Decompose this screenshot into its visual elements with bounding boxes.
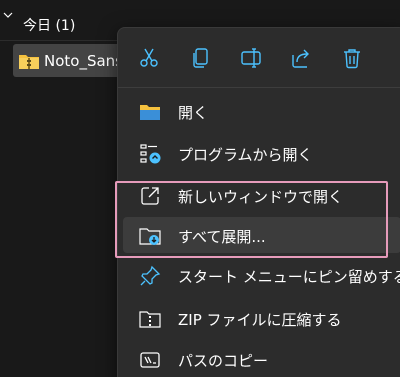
menu-separator <box>118 87 400 88</box>
menu-item-open[interactable]: 開く <box>123 93 400 129</box>
menu-item-label: 開く <box>178 104 209 122</box>
menu-item-open-with[interactable]: プログラムから開く <box>123 135 400 171</box>
menu-item-label: プログラムから開く <box>178 146 313 164</box>
menu-item-label: 新しいウィンドウで開く <box>178 188 344 206</box>
menu-item-pin-to-start[interactable]: スタート メニューにピン留めする <box>123 257 400 293</box>
zip-folder-icon <box>19 55 39 69</box>
copy-button[interactable] <box>184 42 216 74</box>
menu-item-label: ZIP ファイルに圧縮する <box>178 311 342 329</box>
menu-item-label: スタート メニューにピン留めする <box>178 268 400 286</box>
menu-item-new-window[interactable]: 新しいウィンドウで開く <box>123 177 400 213</box>
zip-icon <box>139 311 161 328</box>
menu-item-compress-zip[interactable]: ZIP ファイルに圧縮する <box>123 300 400 336</box>
file-item[interactable]: Noto_Sans_ <box>13 44 131 77</box>
group-header-label[interactable]: 今日 (1) <box>23 15 75 35</box>
context-action-bar <box>118 28 400 88</box>
copy-icon <box>193 48 208 68</box>
share-button[interactable] <box>285 42 317 74</box>
trash-icon <box>344 49 360 69</box>
context-menu: 開く プログラムから開く 新しいウィンドウで開く すべて展開... スタート メ… <box>117 27 400 377</box>
rename-icon <box>241 48 261 68</box>
folder-icon <box>140 105 160 120</box>
extract-all-icon <box>139 228 161 245</box>
delete-button[interactable] <box>336 42 368 74</box>
chevron-down-icon[interactable] <box>3 10 13 20</box>
menu-item-label: すべて展開... <box>178 228 266 246</box>
scissors-icon <box>140 48 158 67</box>
copy-path-icon <box>140 352 160 368</box>
pin-icon <box>140 265 161 286</box>
share-icon <box>292 49 309 68</box>
open-with-icon <box>140 144 161 164</box>
rename-button[interactable] <box>235 42 267 74</box>
menu-item-label: パスのコピー <box>178 352 269 370</box>
menu-item-copy-path[interactable]: パスのコピー <box>123 341 400 377</box>
cut-button[interactable] <box>133 42 165 74</box>
menu-item-extract-all[interactable]: すべて展開... <box>123 217 400 253</box>
new-window-icon <box>141 187 159 205</box>
